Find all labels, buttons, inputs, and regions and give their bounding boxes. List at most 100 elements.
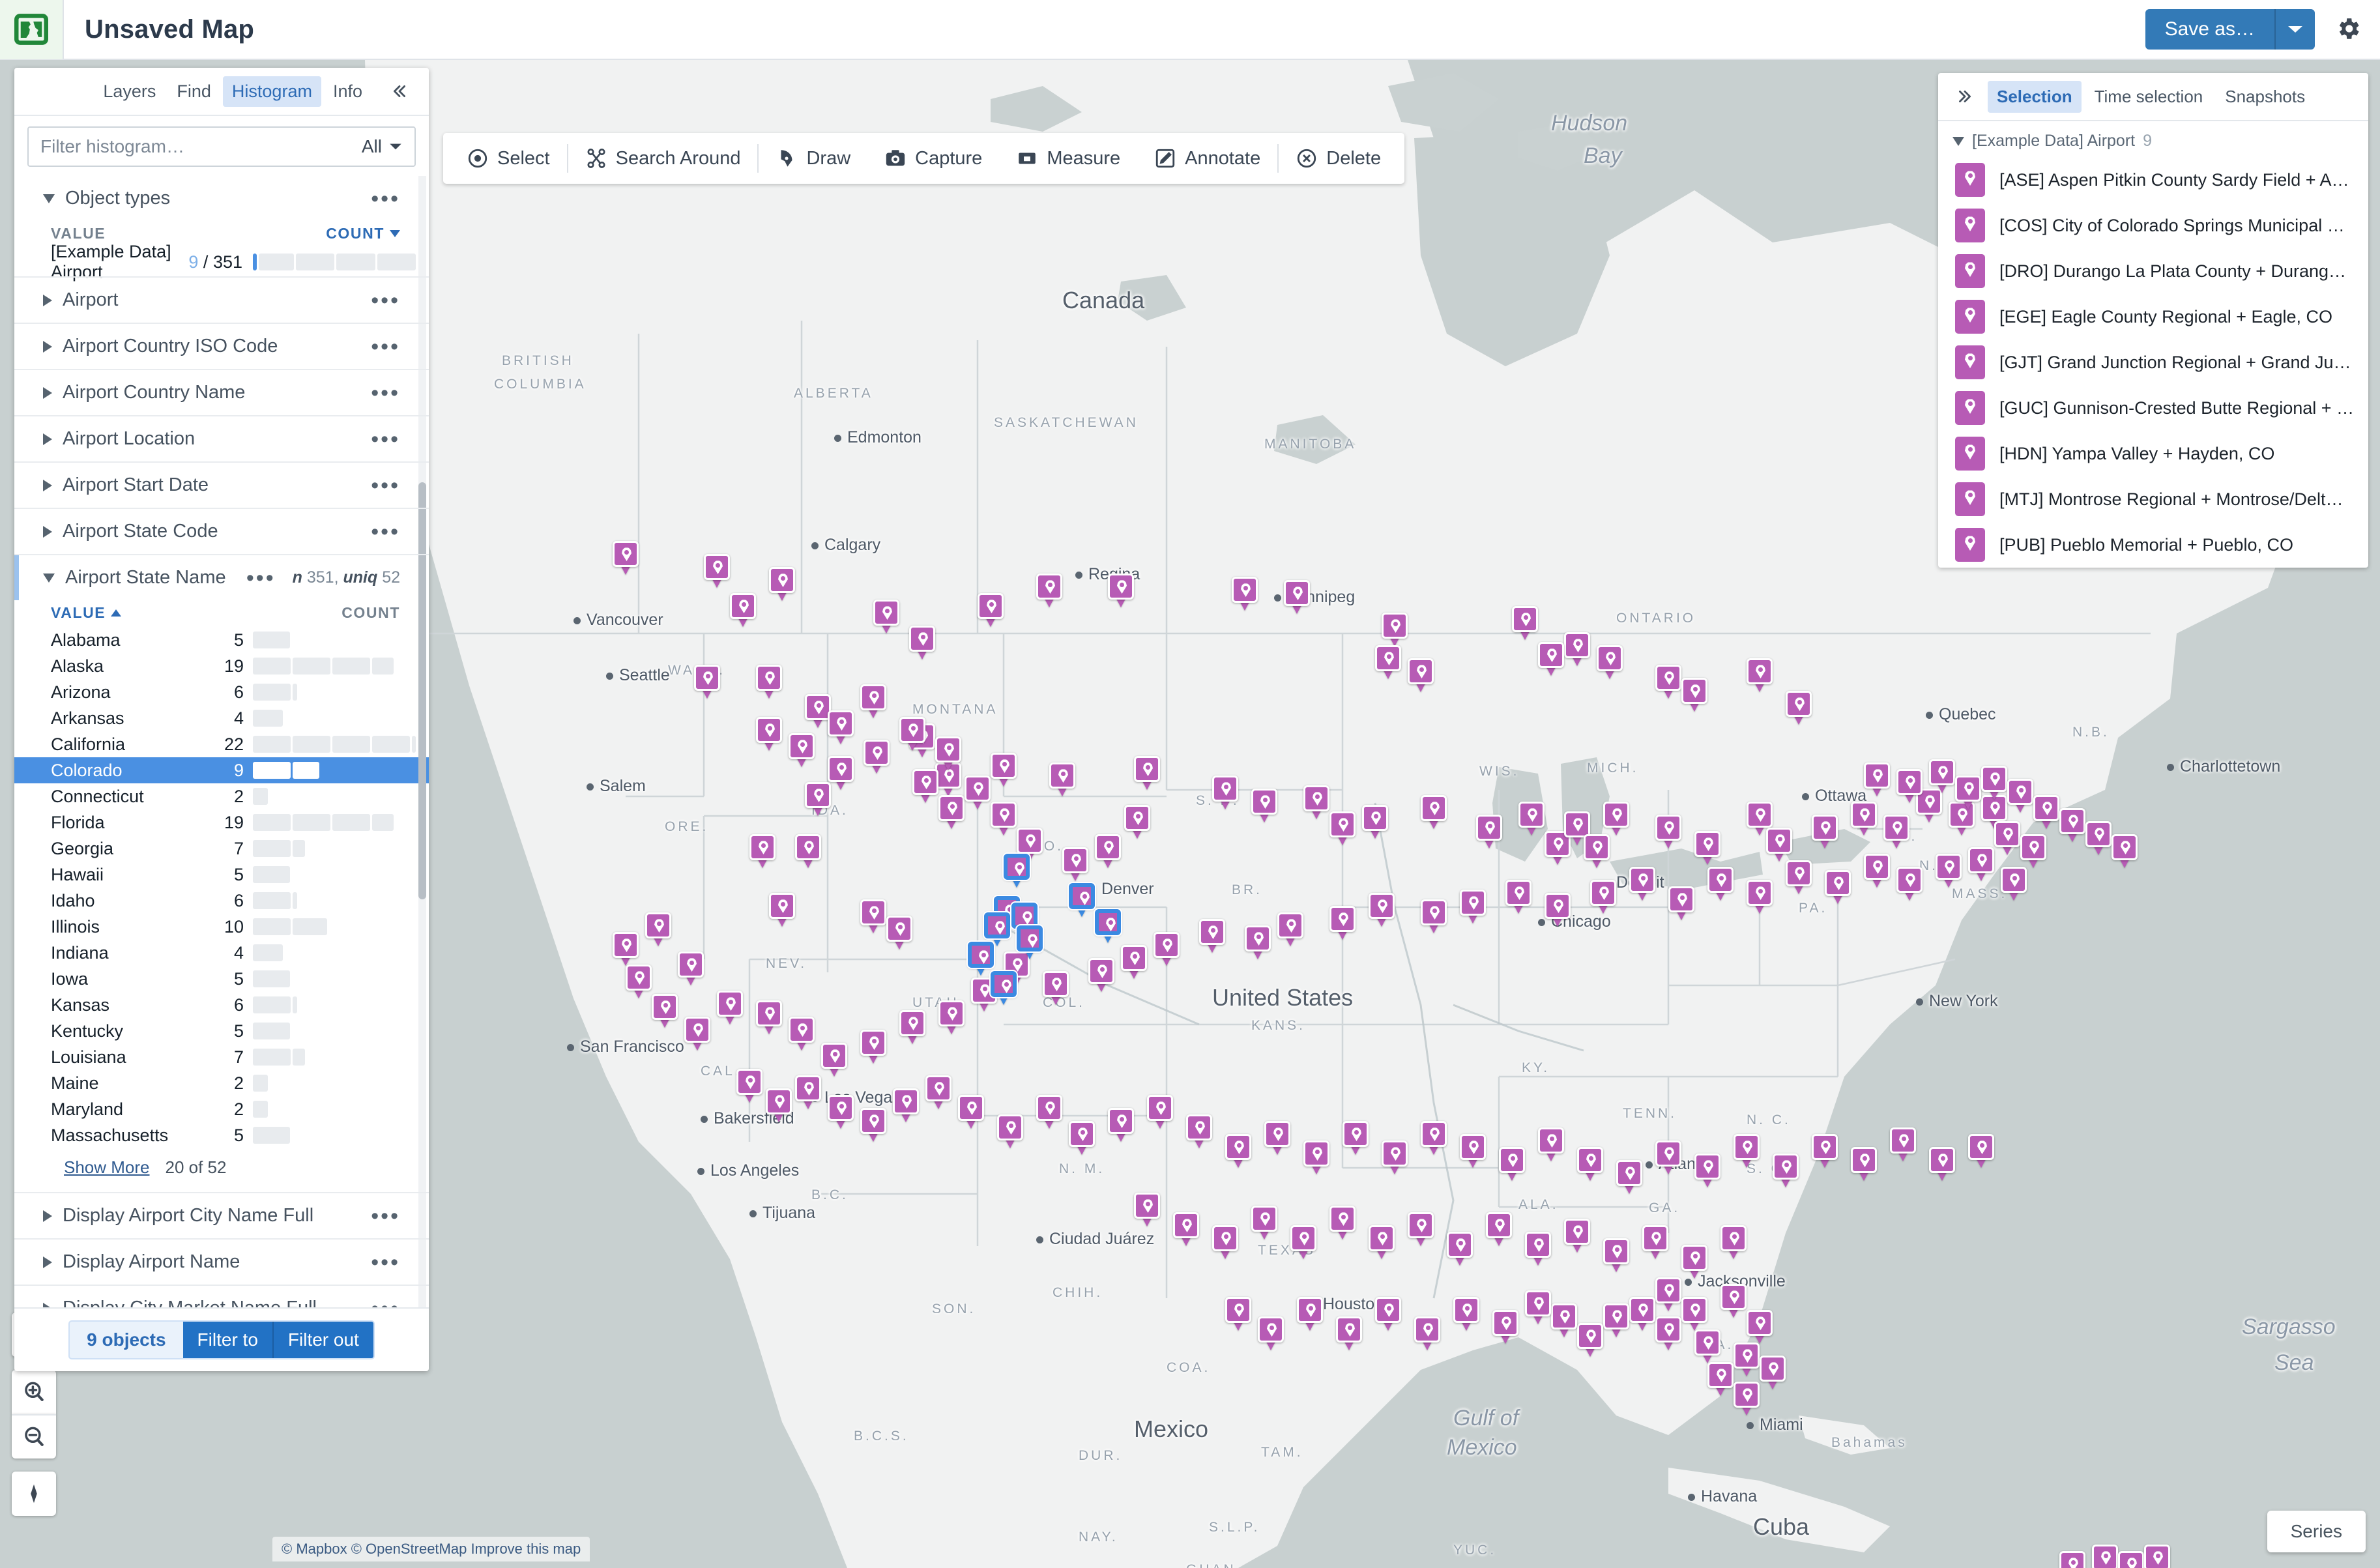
map-marker[interactable] [1245,925,1271,959]
map-marker[interactable] [1773,1154,1799,1187]
map-marker[interactable] [2144,1545,2170,1568]
map-marker[interactable] [2059,808,2085,842]
section-airport-state-name[interactable]: Airport State Name ••• n 351, uniq 52 [14,554,429,600]
tab-selection[interactable]: Selection [1988,80,2082,113]
map-marker[interactable] [1284,580,1310,614]
map-marker[interactable] [1095,834,1121,868]
map-marker[interactable] [1668,886,1694,920]
map-marker[interactable] [1851,802,1877,835]
map-marker[interactable] [1694,1329,1720,1363]
map-marker[interactable] [756,717,782,751]
map-marker[interactable] [756,1000,782,1034]
map-marker[interactable] [1173,1212,1199,1246]
map-marker[interactable] [1264,1121,1290,1155]
section-display-city-market-name-full[interactable]: Display City Market Name Full ••• [14,1285,429,1307]
col-count-header[interactable]: COUNT [302,225,400,242]
col-value-header[interactable]: VALUE [51,225,302,242]
map-marker[interactable] [2092,1545,2118,1568]
map-marker[interactable] [1108,1108,1134,1142]
map-marker[interactable] [1414,1316,1440,1350]
map-marker[interactable] [1453,1297,1479,1331]
collapse-left-panel-button[interactable] [382,83,417,100]
map-marker[interactable] [2059,1551,2085,1568]
map-marker[interactable] [938,1000,965,1034]
map-marker[interactable] [821,1043,847,1077]
map-marker[interactable] [828,756,854,790]
section-menu-button[interactable]: ••• [371,1205,400,1227]
map-marker[interactable] [789,1017,815,1051]
map-marker[interactable] [613,541,639,575]
map-marker[interactable] [1147,1095,1173,1129]
map-marker[interactable] [1681,1297,1707,1331]
map-marker[interactable] [1251,1206,1277,1240]
map-marker[interactable] [1655,1140,1681,1174]
selection-list-item[interactable]: [HDN] Yampa Valley + Hayden, CO [1938,431,2368,476]
section-airport-start-date[interactable]: Airport Start Date ••• [14,461,429,508]
tool-search-around[interactable]: Search Around [568,140,758,177]
map-marker[interactable] [1303,1140,1329,1174]
map-marker[interactable] [1518,802,1545,835]
map-marker[interactable] [1564,632,1590,666]
map-marker[interactable] [1062,847,1088,881]
map-marker[interactable] [1525,1290,1551,1324]
histogram-value-row[interactable]: Colorado 9 [14,757,429,783]
histogram-value-row[interactable]: Connecticut 2 [14,783,429,809]
map-marker[interactable] [1375,1297,1401,1331]
map-marker[interactable] [828,1095,854,1129]
map-marker[interactable] [860,684,886,718]
histogram-value-row[interactable]: Maine 2 [14,1070,429,1096]
map-marker[interactable] [1329,811,1356,845]
map-marker[interactable] [1734,1343,1760,1376]
zoom-in-button[interactable] [12,1370,56,1414]
map-marker[interactable] [1655,1316,1681,1350]
show-more-link[interactable]: Show More [64,1157,150,1178]
map-marker[interactable] [1968,1134,1994,1168]
tool-capture[interactable]: Capture [867,140,999,177]
map-marker-selected[interactable] [968,942,994,976]
map-marker[interactable] [1342,1121,1369,1155]
histogram-value-row[interactable]: Massachusetts 5 [14,1122,429,1148]
map-marker[interactable] [873,600,899,633]
map-marker[interactable] [1329,1206,1356,1240]
map-marker[interactable] [1747,658,1773,692]
map-marker[interactable] [1043,971,1069,1005]
histogram-value-row[interactable]: Indiana 4 [14,940,429,966]
map-marker[interactable] [978,593,1004,627]
map-marker[interactable] [1421,1121,1447,1155]
filter-out-button[interactable]: Filter out [272,1322,373,1358]
section-airport-country-name[interactable]: Airport Country Name ••• [14,369,429,415]
section-menu-button[interactable]: ••• [371,428,400,450]
map-marker[interactable] [1720,1284,1747,1318]
section-menu-button[interactable]: ••• [371,1298,400,1308]
filter-histogram-input[interactable] [40,136,362,157]
histogram-value-row[interactable]: Hawaii 5 [14,862,429,888]
selection-group-header[interactable]: [Example Data] Airport 9 [1938,121,2368,157]
map-marker[interactable] [1655,815,1681,849]
map-marker[interactable] [860,899,886,933]
map-marker[interactable] [925,1075,951,1109]
map-marker[interactable] [613,932,639,966]
tool-delete[interactable]: Delete [1279,140,1398,177]
map-marker[interactable] [1382,613,1408,646]
map-marker[interactable] [1864,762,1890,796]
map-marker[interactable] [2001,867,2027,901]
map-marker[interactable] [2020,834,2046,868]
map-marker[interactable] [2085,821,2112,855]
map-marker[interactable] [1460,890,1486,923]
map-marker[interactable] [1447,1232,1473,1266]
section-menu-button[interactable]: ••• [371,474,400,497]
map-marker[interactable] [1492,1310,1518,1344]
section-airport[interactable]: Airport ••• [14,276,429,323]
map-marker[interactable] [1590,880,1616,914]
filter-scope-dropdown[interactable]: All [362,136,403,157]
map-marker[interactable] [860,1030,886,1064]
histogram-value-row[interactable]: Florida 19 [14,809,429,835]
zoom-out-button[interactable] [12,1414,56,1459]
map-marker[interactable] [997,1114,1023,1148]
map-marker[interactable] [1049,762,1075,796]
map-marker[interactable] [1036,1095,1062,1129]
section-menu-button[interactable]: ••• [246,567,276,589]
selection-list-item[interactable]: [GUC] Gunnison-Crested Butte Regional + … [1938,385,2368,431]
map-marker[interactable] [1121,945,1147,979]
map-marker[interactable] [1707,867,1734,901]
